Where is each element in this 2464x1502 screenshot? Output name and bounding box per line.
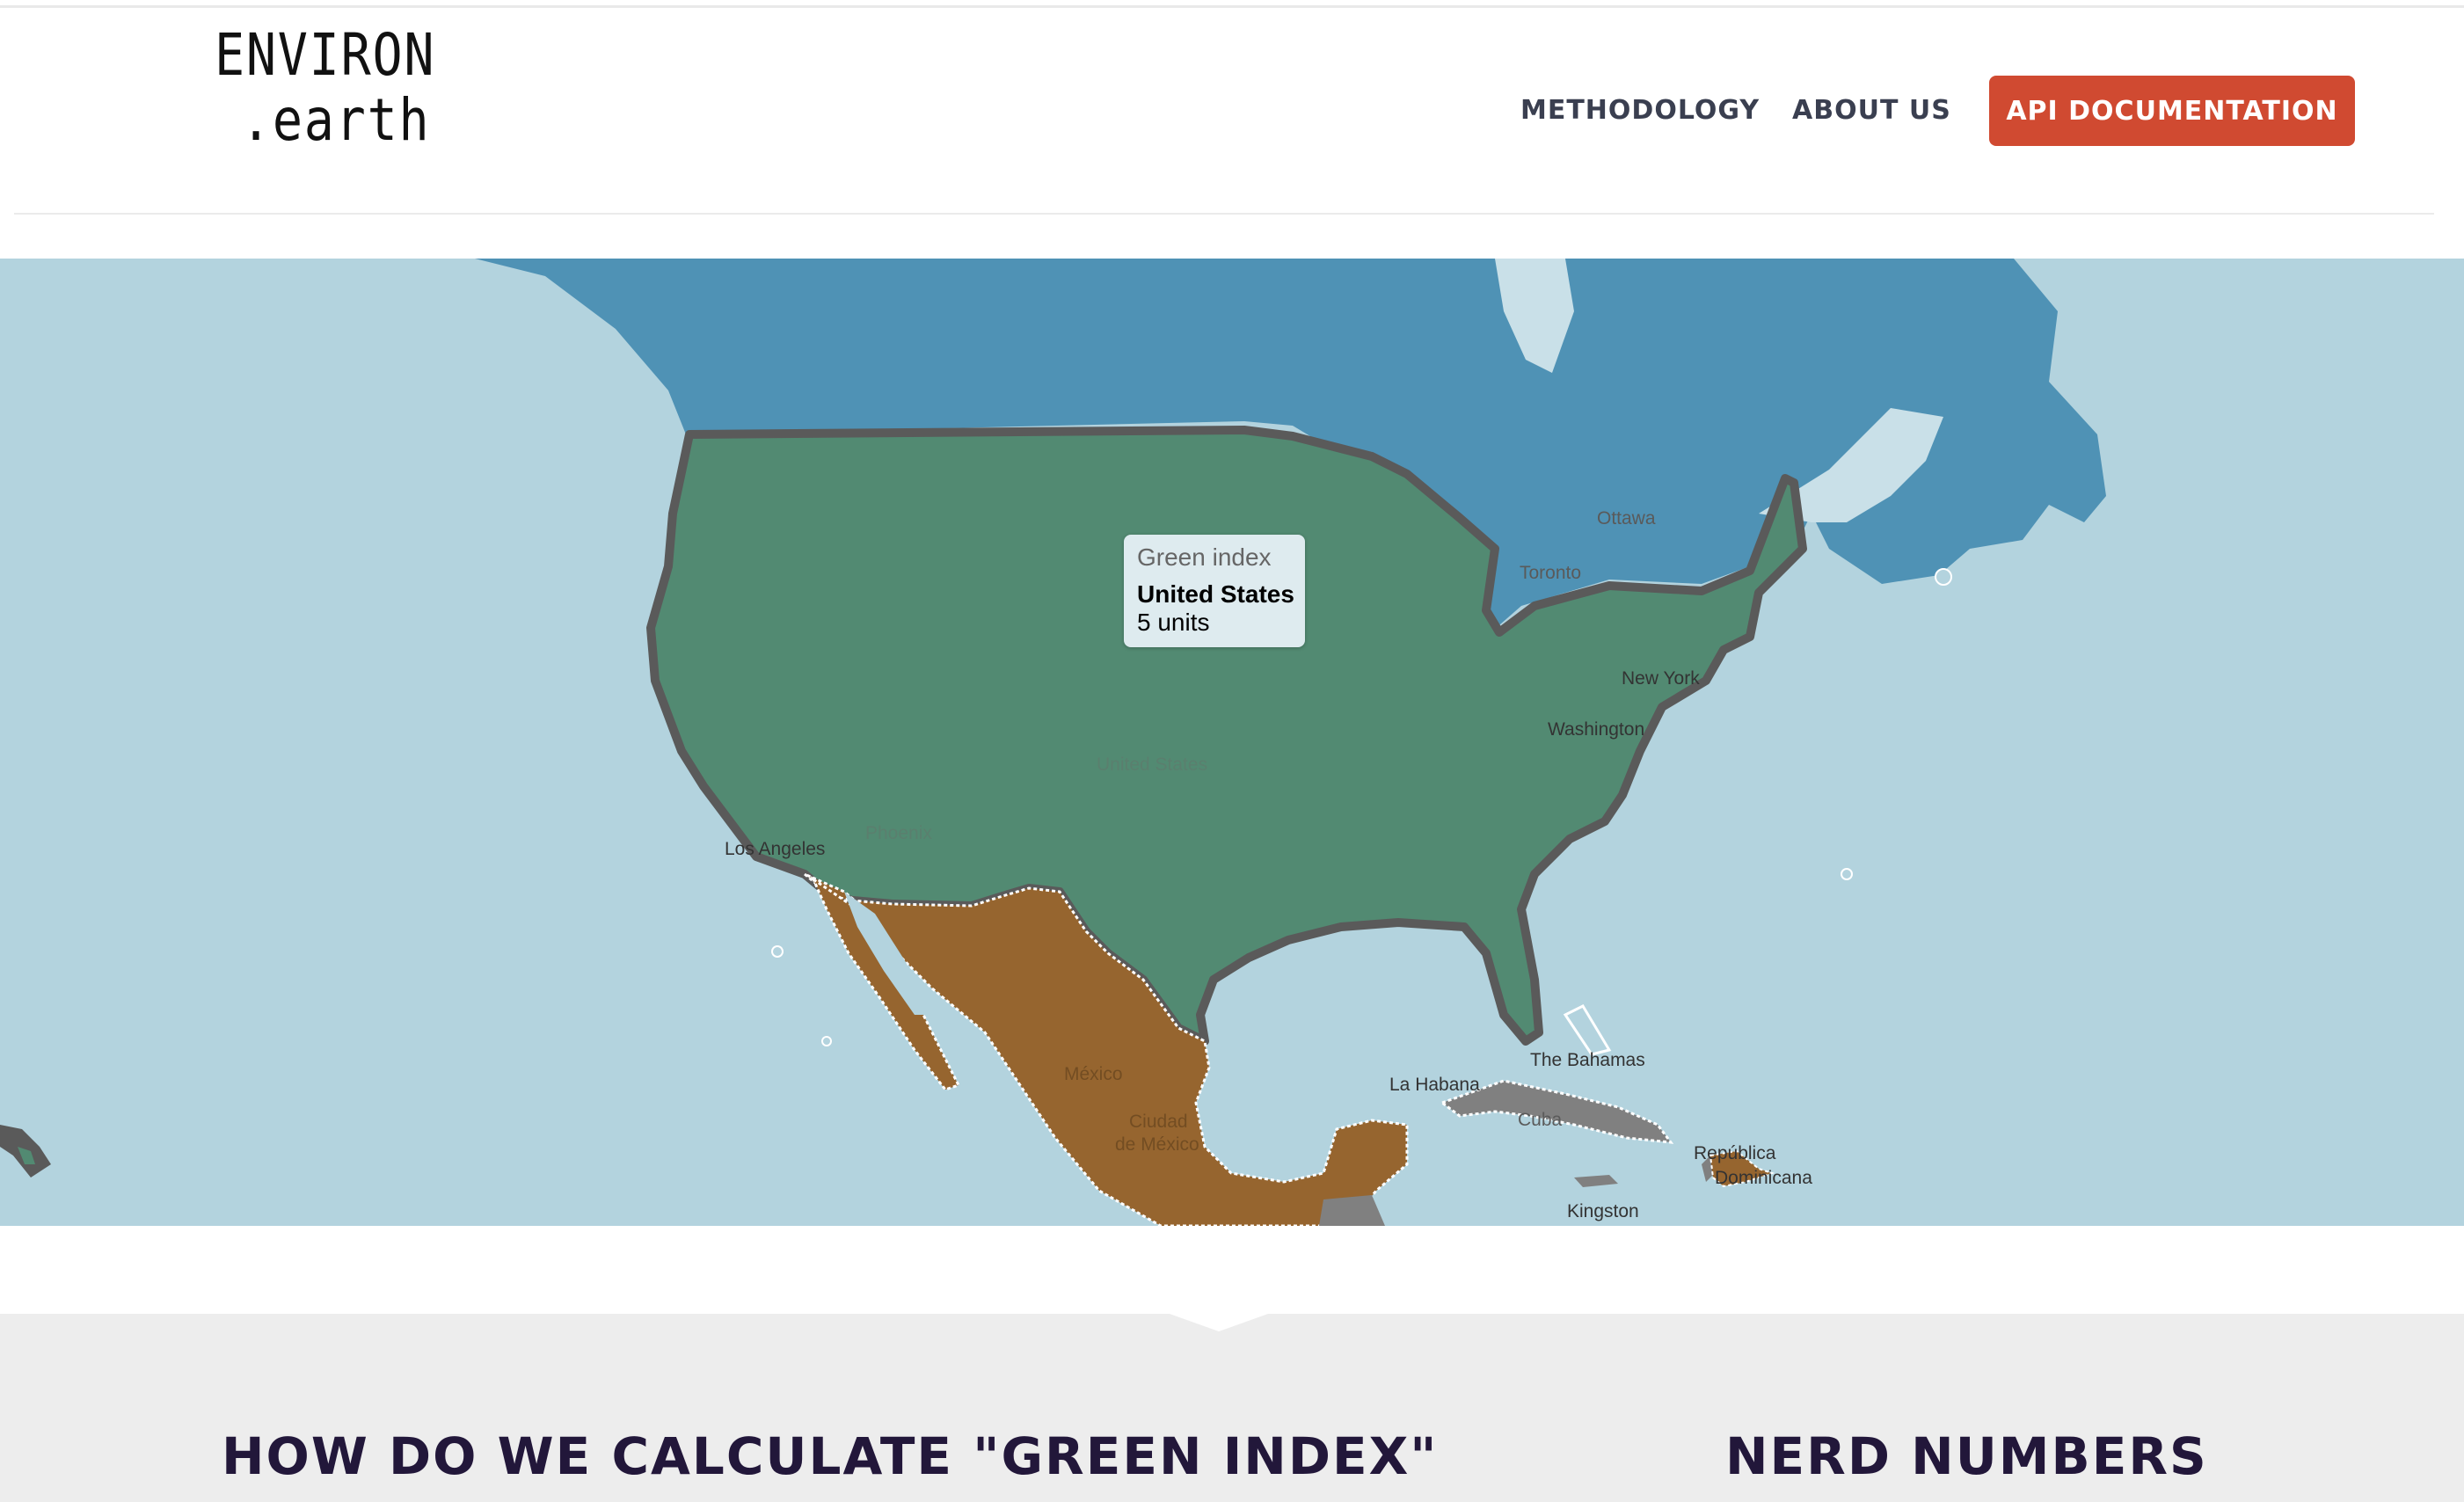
map-label-kingston: Kingston <box>1567 1201 1639 1221</box>
top-border <box>0 5 2464 8</box>
section-notch <box>1170 1314 1268 1331</box>
island <box>821 1036 832 1046</box>
map-label-washington: Washington <box>1548 719 1645 740</box>
map-canvas[interactable] <box>0 259 2464 1226</box>
map-label-phoenix: Phoenix <box>865 823 932 843</box>
choropleth-map[interactable]: Ottawa Toronto New York Washington Unite… <box>0 259 2464 1226</box>
map-label-cuba: Cuba <box>1518 1110 1563 1130</box>
logo-line-1: ENVIRON <box>215 21 436 89</box>
green-index-heading: HOW DO WE CALCULATE "GREEN INDEX" <box>222 1426 1439 1486</box>
nerd-numbers-heading: NERD NUMBERS <box>1725 1426 2208 1486</box>
map-label-mexico: México <box>1064 1064 1123 1084</box>
central-america-no-data[interactable] <box>1319 1195 1385 1226</box>
bahamas-region[interactable] <box>1563 1004 1612 1056</box>
tooltip-country: United States <box>1137 580 1294 608</box>
map-label-mexico-city-1: Ciudad <box>1129 1112 1188 1132</box>
island <box>1935 568 1952 586</box>
site-header: ENVIRON .earth METHODOLOGY ABOUT US API … <box>0 0 2464 255</box>
map-label-republica-2: Dominicana <box>1715 1168 1812 1188</box>
logo[interactable]: ENVIRON .earth <box>215 21 443 154</box>
map-label-ottawa: Ottawa <box>1597 508 1656 529</box>
tooltip-title: Green index <box>1137 543 1272 571</box>
map-label-la-habana: La Habana <box>1389 1075 1480 1095</box>
nav-methodology-link[interactable]: METHODOLOGY <box>1520 95 1760 126</box>
map-label-republica-1: República <box>1694 1143 1776 1163</box>
jamaica-region[interactable] <box>1574 1175 1618 1187</box>
map-tooltip: Green index United States 5 units <box>1124 535 1305 647</box>
map-label-new-york: New York <box>1622 668 1700 689</box>
header-divider <box>14 213 2434 215</box>
nav-about-link[interactable]: ABOUT US <box>1792 95 1951 126</box>
island <box>771 945 784 958</box>
api-documentation-button[interactable]: API DOCUMENTATION <box>1989 76 2355 146</box>
map-label-los-angeles: Los Angeles <box>725 839 826 859</box>
map-label-bahamas: The Bahamas <box>1530 1050 1645 1070</box>
map-label-united-states: United States <box>1097 755 1208 775</box>
map-label-mexico-city-2: de México <box>1115 1134 1199 1155</box>
logo-line-2: .earth <box>241 86 431 154</box>
tooltip-value: 5 units <box>1137 609 1210 636</box>
map-label-toronto: Toronto <box>1520 563 1582 583</box>
island <box>1841 868 1853 880</box>
